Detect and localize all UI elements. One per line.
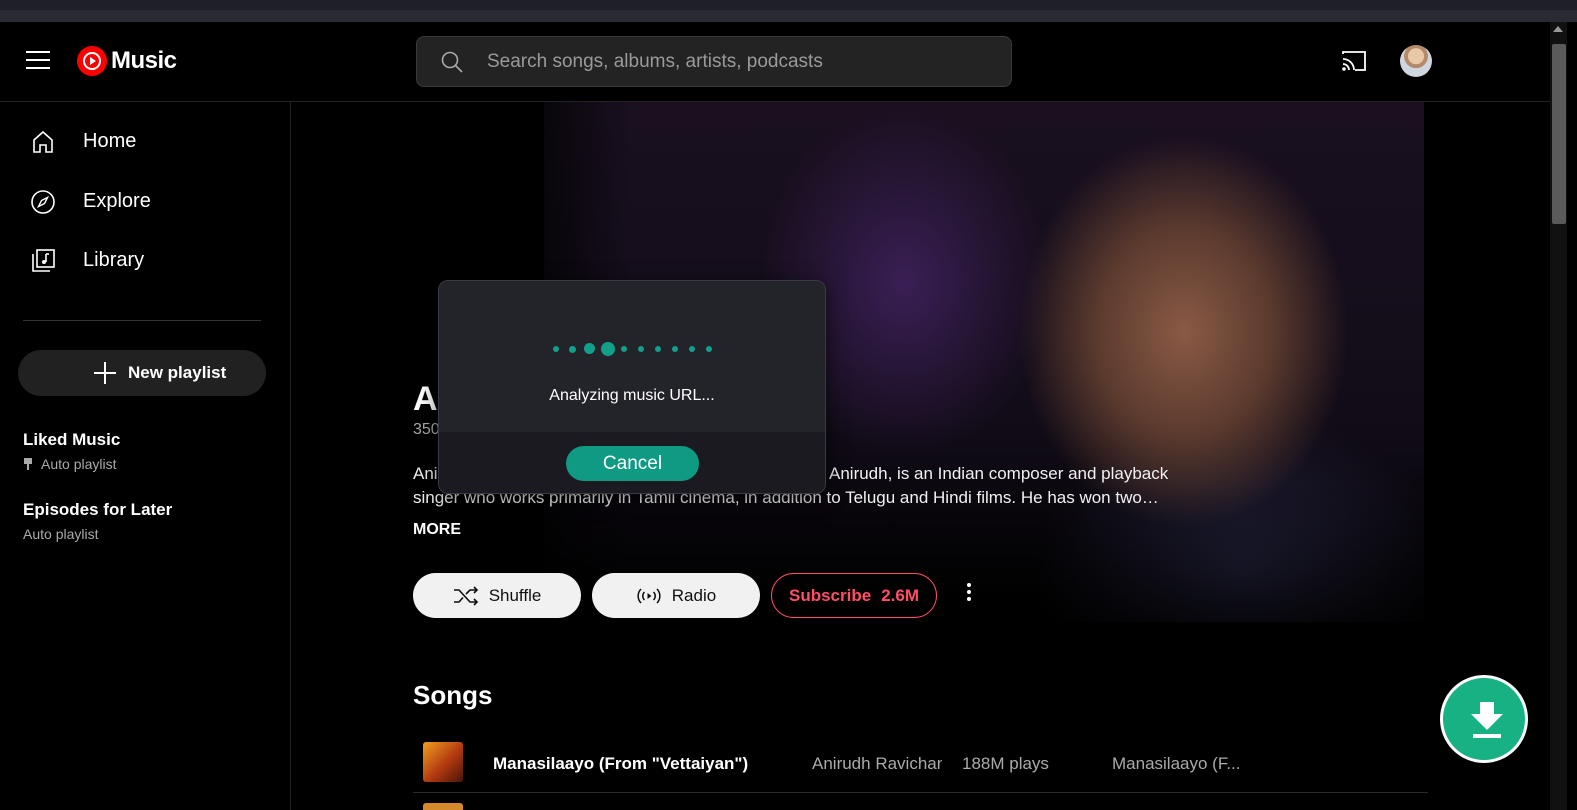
logo-text: Music bbox=[111, 47, 177, 74]
more-link[interactable]: MORE bbox=[413, 521, 461, 539]
download-arrow-icon bbox=[1471, 702, 1503, 738]
plus-icon bbox=[94, 362, 116, 384]
sidebar-item-explore[interactable]: Explore bbox=[0, 176, 290, 226]
table-row[interactable] bbox=[413, 800, 463, 810]
youtube-music-logo[interactable]: Music bbox=[77, 46, 177, 76]
artist-subscribers: 350 bbox=[413, 421, 440, 438]
sidebar-item-label: Home bbox=[83, 130, 137, 152]
dialog-message: Analyzing music URL... bbox=[549, 387, 715, 404]
cast-icon[interactable] bbox=[1340, 49, 1368, 73]
playlist-liked-music[interactable]: Liked Music Auto playlist bbox=[23, 430, 273, 472]
app-header: Music Search songs, albums, artists, pod… bbox=[0, 22, 1558, 102]
shuffle-icon bbox=[453, 585, 478, 606]
table-row[interactable]: Manasilaayo (From "Vettaiyan") Anirudh R… bbox=[413, 738, 1428, 793]
cancel-button[interactable]: Cancel bbox=[566, 446, 699, 481]
new-playlist-button[interactable]: New playlist bbox=[18, 350, 266, 396]
sidebar-item-label: Library bbox=[83, 249, 145, 271]
song-thumbnail[interactable] bbox=[423, 742, 463, 782]
sidebar: Home Explore Library New playlist Liked … bbox=[0, 102, 291, 810]
new-playlist-label: New playlist bbox=[128, 363, 227, 382]
pin-icon bbox=[23, 458, 33, 470]
account-avatar[interactable] bbox=[1400, 45, 1432, 77]
shuffle-button[interactable]: Shuffle bbox=[413, 573, 581, 618]
song-artist[interactable]: Anirudh Ravichander bbox=[812, 754, 942, 774]
sidebar-item-label: Explore bbox=[83, 190, 151, 212]
song-album[interactable]: Manasilaayo (F... bbox=[1112, 754, 1241, 774]
radio-icon bbox=[637, 587, 661, 604]
playlist-title: Liked Music bbox=[23, 430, 121, 449]
songs-section-title: Songs bbox=[413, 680, 493, 710]
sidebar-divider bbox=[23, 320, 261, 321]
play-logo-icon bbox=[77, 46, 107, 76]
playlist-episodes-for-later[interactable]: Episodes for Later Auto playlist bbox=[23, 500, 273, 542]
playlist-subtitle: Auto playlist bbox=[23, 526, 99, 542]
search-input[interactable]: Search songs, albums, artists, podcasts bbox=[416, 36, 1012, 87]
download-button[interactable] bbox=[1440, 675, 1528, 763]
playlist-subtitle: Auto playlist bbox=[41, 456, 117, 472]
bio-line1-right: Anirudh, is an Indian composer and playb… bbox=[829, 464, 1169, 483]
home-icon bbox=[33, 130, 53, 153]
search-icon bbox=[441, 51, 463, 73]
hamburger-menu-icon[interactable] bbox=[26, 51, 50, 71]
search-placeholder: Search songs, albums, artists, podcasts bbox=[487, 51, 823, 72]
subscribe-button[interactable]: Subscribe 2.6M bbox=[771, 573, 937, 618]
song-thumbnail[interactable] bbox=[423, 803, 463, 810]
scrollbar-thumb[interactable] bbox=[1552, 44, 1566, 224]
sidebar-item-library[interactable]: Library bbox=[0, 235, 290, 285]
subscriber-count: 2.6M bbox=[881, 585, 919, 605]
shuffle-label: Shuffle bbox=[488, 585, 542, 605]
playlist-title: Episodes for Later bbox=[23, 500, 173, 519]
radio-label: Radio bbox=[671, 585, 717, 605]
scroll-up-arrow-icon[interactable] bbox=[1553, 26, 1563, 32]
song-plays: 188M plays bbox=[962, 754, 1049, 773]
loading-dots-icon bbox=[553, 341, 713, 357]
bio-line1-left: Ani bbox=[413, 464, 438, 483]
sidebar-item-home[interactable]: Home bbox=[0, 116, 290, 166]
compass-icon bbox=[31, 190, 55, 214]
song-title[interactable]: Manasilaayo (From "Vettaiyan") bbox=[493, 754, 748, 774]
subscribe-label: Subscribe bbox=[789, 585, 872, 605]
browser-top-strip bbox=[0, 0, 1577, 22]
more-options-icon[interactable] bbox=[955, 580, 983, 610]
radio-button[interactable]: Radio bbox=[592, 573, 760, 618]
library-icon bbox=[32, 249, 55, 272]
analyzing-dialog: Analyzing music URL... Cancel bbox=[438, 280, 826, 494]
